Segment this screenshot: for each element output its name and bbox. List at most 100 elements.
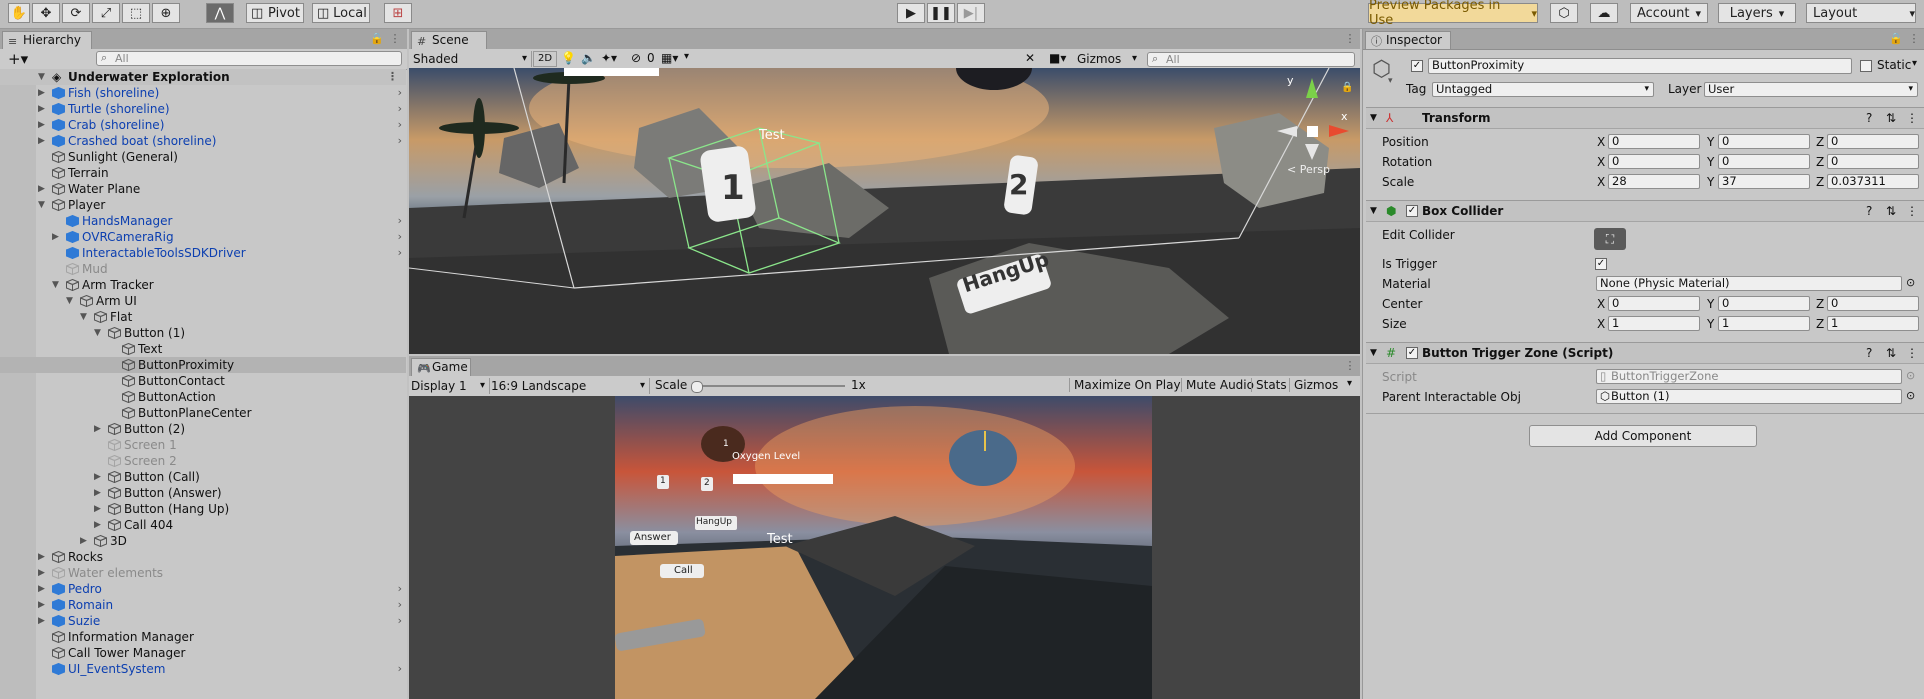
script-component-header[interactable]: ▼ # ✓ Button Trigger Zone (Script) ? ⇅ ⋮ xyxy=(1366,342,1924,364)
edit-collider-button[interactable]: ⛶ xyxy=(1594,228,1626,250)
scale-x-field[interactable]: 28 xyxy=(1608,174,1700,189)
size-x-field[interactable]: 1 xyxy=(1608,316,1700,331)
add-component-button[interactable]: Add Component xyxy=(1529,425,1757,447)
hand-tool-button[interactable]: ✋ xyxy=(8,3,30,23)
lighting-icon[interactable]: 💡 xyxy=(561,51,576,65)
scale-y-field[interactable]: 37 xyxy=(1718,174,1810,189)
collapsed-arrow-icon[interactable]: ▶ xyxy=(38,597,45,613)
hierarchy-item[interactable]: ▶ Water elements xyxy=(0,565,406,581)
step-button[interactable]: ▶| xyxy=(957,3,985,23)
hierarchy-item[interactable]: ▶ Crashed boat (shoreline) › xyxy=(0,133,406,149)
hierarchy-item[interactable]: InteractableToolsSDKDriver › xyxy=(0,245,406,261)
snap-toggle[interactable]: ⊞ xyxy=(384,3,412,23)
size-z-field[interactable]: 1 xyxy=(1827,316,1919,331)
size-y-field[interactable]: 1 xyxy=(1718,316,1810,331)
position-y-field[interactable]: 0 xyxy=(1718,134,1810,149)
hierarchy-item[interactable]: ▶ Romain › xyxy=(0,597,406,613)
hierarchy-item[interactable]: Information Manager xyxy=(0,629,406,645)
collapsed-arrow-icon[interactable]: ▶ xyxy=(52,229,59,245)
chevron-down-icon[interactable]: ▾ xyxy=(1912,58,1917,69)
collapsed-arrow-icon[interactable]: ▶ xyxy=(94,517,101,533)
pause-button[interactable]: ❚❚ xyxy=(927,3,955,23)
help-icon[interactable]: ? xyxy=(1866,343,1872,363)
static-checkbox[interactable] xyxy=(1860,60,1872,72)
kebab-menu-icon[interactable]: ⋮ xyxy=(1907,32,1921,46)
collab-button[interactable]: ⬡ xyxy=(1550,3,1578,23)
chevron-right-icon[interactable]: › xyxy=(398,117,402,133)
stats-toggle[interactable]: Stats xyxy=(1251,378,1287,392)
hierarchy-item[interactable]: ▶ Button (Call) xyxy=(0,469,406,485)
chevron-right-icon[interactable]: › xyxy=(398,85,402,101)
collapsed-arrow-icon[interactable]: ▶ xyxy=(38,85,45,101)
hierarchy-item[interactable]: ▶ Turtle (shoreline) › xyxy=(0,101,406,117)
lock-icon[interactable]: 🔒 xyxy=(1889,32,1903,46)
object-picker-icon[interactable]: ⊙ xyxy=(1906,389,1915,402)
mute-audio-toggle[interactable]: Mute Audio xyxy=(1181,378,1254,392)
scale-z-field[interactable]: 0.037311 xyxy=(1827,174,1919,189)
layers-dropdown[interactable]: Layers xyxy=(1718,3,1796,23)
object-picker-icon[interactable]: ⊙ xyxy=(1906,276,1915,289)
preset-icon[interactable]: ⇅ xyxy=(1886,108,1896,128)
box-collider-enabled-checkbox[interactable]: ✓ xyxy=(1406,205,1418,217)
expand-arrow-icon[interactable]: ▼ xyxy=(52,277,59,293)
chevron-right-icon[interactable]: › xyxy=(398,661,402,677)
hierarchy-item[interactable]: ▶ 3D xyxy=(0,533,406,549)
kebab-menu-icon[interactable]: ⋮ xyxy=(387,69,398,85)
tools-icon[interactable]: ✕ xyxy=(1025,51,1035,65)
lock-icon[interactable]: 🔒 xyxy=(370,32,384,46)
hierarchy-item[interactable]: ▶ Crab (shoreline) › xyxy=(0,117,406,133)
game-gizmos-toggle[interactable]: Gizmos xyxy=(1289,378,1338,392)
collapsed-arrow-icon[interactable]: ▶ xyxy=(38,101,45,117)
hierarchy-item[interactable]: ▼ Flat xyxy=(0,309,406,325)
grid-toggle-icon[interactable]: ▦▾ xyxy=(661,51,678,65)
script-enabled-checkbox[interactable]: ✓ xyxy=(1406,347,1418,359)
help-icon[interactable]: ? xyxy=(1866,108,1872,128)
add-icon[interactable]: +▾ xyxy=(8,50,28,68)
hierarchy-item[interactable]: ▼ Player xyxy=(0,197,406,213)
kebab-menu-icon[interactable]: ⋮ xyxy=(388,32,402,46)
help-icon[interactable]: ? xyxy=(1866,201,1872,221)
hierarchy-item[interactable]: ▶ Water Plane xyxy=(0,181,406,197)
chevron-right-icon[interactable]: › xyxy=(398,229,402,245)
tab-hierarchy[interactable]: ≡ Hierarchy xyxy=(2,31,92,49)
active-checkbox[interactable]: ✓ xyxy=(1411,60,1423,72)
expand-arrow-icon[interactable]: ▼ xyxy=(38,197,45,213)
collapsed-arrow-icon[interactable]: ▶ xyxy=(38,181,45,197)
hierarchy-item[interactable]: ▼ Arm Tracker xyxy=(0,277,406,293)
game-viewport[interactable]: 1 Oxygen Level 1 2 HangUp Answer Test Ca… xyxy=(409,396,1360,699)
cloud-button[interactable]: ☁ xyxy=(1590,3,1618,23)
expand-arrow-icon[interactable]: ▼ xyxy=(66,293,73,309)
pivot-toggle[interactable]: ◫ Pivot xyxy=(246,3,304,23)
collapsed-arrow-icon[interactable]: ▶ xyxy=(94,469,101,485)
chevron-down-icon[interactable]: ▾ xyxy=(1388,76,1393,86)
effects-icon[interactable]: ✦▾ xyxy=(601,51,617,65)
rotate-tool-button[interactable]: ⟳ xyxy=(62,3,90,23)
hierarchy-search-input[interactable]: All xyxy=(96,51,402,66)
kebab-menu-icon[interactable]: ⋮ xyxy=(1343,359,1357,373)
hierarchy-item[interactable]: ▶ Suzie › xyxy=(0,613,406,629)
hierarchy-item[interactable]: ▶ OVRCameraRig › xyxy=(0,229,406,245)
center-x-field[interactable]: 0 xyxy=(1608,296,1700,311)
gizmos-dropdown[interactable]: Gizmos ▾ xyxy=(1077,51,1137,67)
kebab-menu-icon[interactable]: ⋮ xyxy=(1906,201,1918,221)
hierarchy-item[interactable]: ▶ Button (Answer) xyxy=(0,485,406,501)
collapsed-arrow-icon[interactable]: ▶ xyxy=(38,117,45,133)
perspective-label[interactable]: < Persp xyxy=(1287,163,1330,176)
collapsed-arrow-icon[interactable]: ▶ xyxy=(94,501,101,517)
hierarchy-item[interactable]: Screen 1 xyxy=(0,437,406,453)
layout-dropdown[interactable]: Layout xyxy=(1806,3,1916,23)
chevron-right-icon[interactable]: › xyxy=(398,101,402,117)
local-toggle[interactable]: ◫ Local xyxy=(312,3,370,23)
preview-packages-dropdown[interactable]: Preview Packages in Use xyxy=(1368,0,1538,28)
rect-tool-button[interactable]: ⬚ xyxy=(122,3,150,23)
scale-tool-button[interactable]: ⤢ xyxy=(92,3,120,23)
hierarchy-item[interactable]: ▼ Button (1) xyxy=(0,325,406,341)
preset-icon[interactable]: ⇅ xyxy=(1886,201,1896,221)
hierarchy-item[interactable]: ▶ Rocks xyxy=(0,549,406,565)
scene-root-row[interactable]: ▼ ◈ Underwater Exploration ⋮ xyxy=(0,69,406,85)
collapsed-arrow-icon[interactable]: ▶ xyxy=(38,549,45,565)
hierarchy-item[interactable]: ButtonPlaneCenter xyxy=(0,405,406,421)
layer-dropdown[interactable]: User ▾ xyxy=(1704,82,1918,97)
hierarchy-item[interactable]: ▶ Fish (shoreline) › xyxy=(0,85,406,101)
hierarchy-item[interactable]: Sunlight (General) xyxy=(0,149,406,165)
